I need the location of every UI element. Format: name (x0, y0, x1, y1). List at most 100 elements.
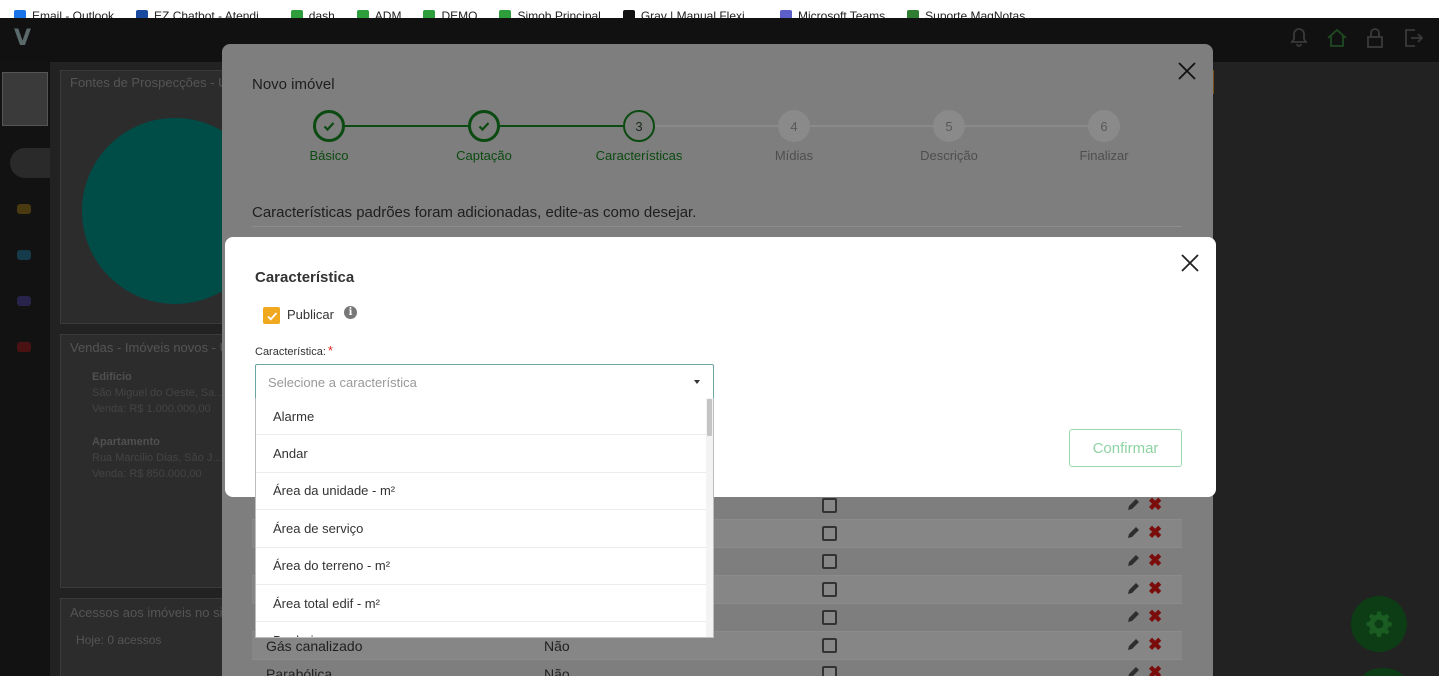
pencil-icon[interactable] (1125, 609, 1141, 625)
bookmark-label: Grav | Manual Flexi ... (640, 9, 758, 18)
publish-row-checkbox[interactable] (822, 638, 837, 653)
gear-icon (1366, 611, 1392, 637)
step-6[interactable]: 6 Finalizar (1044, 110, 1164, 163)
dropdown-option[interactable]: Área total edif - m² (256, 585, 708, 623)
grav-icon (622, 10, 635, 18)
feature-value: Não (544, 638, 570, 654)
publish-checkbox[interactable] (263, 307, 280, 324)
teams-icon (780, 10, 792, 18)
checkmark-icon (266, 311, 277, 321)
pencil-icon[interactable] (1125, 497, 1141, 513)
home-icon[interactable] (1325, 26, 1349, 50)
chevron-down-icon (694, 380, 700, 384)
dropdown-option[interactable]: Alarme (256, 398, 708, 436)
topbar-icons (1287, 26, 1425, 50)
bookmark-label: ADM (374, 9, 402, 18)
novo-imovel-title: Novo imóvel (252, 76, 335, 93)
bookmarks-bar: Email - Outlook EZ Chatbot - Atendi... das… (0, 0, 1439, 18)
logout-icon[interactable] (1401, 26, 1425, 50)
caracteristica-dropdown[interactable]: Alarme Andar Área da unidade - m² Área de s… (255, 398, 714, 638)
step-number: 4 (778, 110, 810, 142)
publish-row-checkbox[interactable] (822, 666, 837, 676)
bookmark-item[interactable]: ADM (356, 9, 402, 18)
caracteristica-modal-title: Característica (255, 269, 355, 286)
bookmark-item[interactable]: Suporte MagNotas (907, 10, 1025, 18)
lock-icon[interactable] (1363, 26, 1387, 50)
publish-row-checkbox[interactable] (822, 610, 837, 625)
property-address: Rua Marcilio Dias, São J... (92, 452, 222, 464)
sidebar-item-4-icon[interactable] (17, 342, 31, 352)
publish-row-checkbox[interactable] (822, 526, 837, 541)
green-arrow-icon (423, 10, 436, 18)
settings-fab[interactable] (1351, 596, 1407, 652)
pencil-icon[interactable] (1125, 581, 1141, 597)
step-4[interactable]: 4 Mídias (734, 110, 854, 163)
step-label: Captação (456, 148, 512, 163)
publish-label[interactable]: Publicar (287, 307, 334, 322)
feature-name: Parabólica (266, 666, 333, 676)
pencil-icon[interactable] (1125, 665, 1141, 676)
delete-icon[interactable]: ✖ (1148, 552, 1162, 569)
dropdown-option[interactable]: Andar (256, 435, 708, 473)
sidebar-item-1-icon[interactable] (17, 204, 31, 214)
confirm-button[interactable]: Confirmar (1069, 429, 1182, 467)
bookmark-item[interactable]: dash (290, 10, 335, 18)
delete-icon[interactable]: ✖ (1148, 524, 1162, 541)
property-item[interactable]: Edifício São Miguel do Oeste, Sa... Vend… (92, 369, 223, 417)
delete-icon[interactable]: ✖ (1148, 580, 1162, 597)
feature-name: Gás canalizado (266, 638, 363, 654)
avatar[interactable] (2, 72, 48, 126)
app-logo[interactable]: V (14, 26, 31, 51)
sidebar-item-2-icon[interactable] (17, 250, 31, 260)
bookmark-item[interactable]: Microsoft Teams (780, 10, 885, 18)
bookmark-item[interactable]: Grav | Manual Flexi ... (622, 9, 758, 18)
sidebar-search-icon[interactable] (10, 148, 50, 178)
select-placeholder: Selecione a característica (268, 375, 417, 390)
dropdown-option[interactable]: Banheiros (256, 622, 708, 637)
step-label: Básico (309, 148, 349, 163)
close-icon[interactable] (1180, 253, 1200, 273)
bell-icon[interactable] (1287, 26, 1311, 50)
step-label: Finalizar (1079, 148, 1129, 163)
caracteristica-select[interactable]: Selecione a característica (255, 364, 714, 399)
bookmark-item[interactable]: EZ Chatbot - Atendi... (136, 10, 269, 18)
bookmark-item[interactable]: Email - Outlook (14, 10, 114, 18)
bookmark-label: DEMO (441, 9, 478, 18)
property-address: São Miguel do Oeste, Sa... (92, 387, 224, 399)
delete-icon[interactable]: ✖ (1148, 664, 1162, 676)
divider (252, 226, 1182, 227)
delete-icon[interactable]: ✖ (1148, 496, 1162, 513)
step-5[interactable]: 5 Descrição (889, 110, 1009, 163)
step-2[interactable]: Captação (424, 110, 544, 163)
green-arrow-icon (499, 10, 512, 18)
bookmark-item[interactable]: DEMO (423, 10, 477, 18)
info-icon[interactable]: i (344, 306, 357, 319)
dropdown-scrollbar[interactable] (706, 398, 713, 637)
delete-icon[interactable]: ✖ (1148, 608, 1162, 625)
dropdown-option[interactable]: Área do terreno - m² (256, 548, 708, 585)
dropdown-option[interactable]: Área de serviço (256, 510, 708, 548)
scrollbar-thumb[interactable] (707, 399, 712, 436)
chatbot-icon (136, 10, 149, 18)
pencil-icon[interactable] (1125, 525, 1141, 541)
bookmark-item[interactable]: Simob Principal (499, 10, 601, 18)
dropdown-option[interactable]: Área da unidade - m² (256, 473, 708, 511)
step-number: 3 (623, 110, 655, 142)
acessos-today: Hoje: 0 acessos (76, 633, 162, 647)
step-label: Características (595, 148, 683, 163)
property-type: Apartamento (92, 436, 160, 448)
delete-icon[interactable]: ✖ (1148, 636, 1162, 653)
sidebar-item-3-icon[interactable] (17, 296, 31, 306)
property-item[interactable]: Apartamento Rua Marcilio Dias, São J... … (92, 434, 222, 482)
publish-row-checkbox[interactable] (822, 582, 837, 597)
magnotas-icon (907, 10, 920, 18)
pencil-icon[interactable] (1125, 637, 1141, 653)
publish-row-checkbox[interactable] (822, 554, 837, 569)
step-3[interactable]: 3 Características (579, 110, 699, 163)
publish-row-checkbox[interactable] (822, 498, 837, 513)
dropdown-options: Alarme Andar Área da unidade - m² Área de s… (256, 398, 713, 637)
close-icon[interactable] (1176, 60, 1198, 82)
stepper: Básico Captação 3 Características 4 Mídias 5 De… (222, 110, 1213, 170)
step-1[interactable]: Básico (269, 110, 389, 163)
pencil-icon[interactable] (1125, 553, 1141, 569)
